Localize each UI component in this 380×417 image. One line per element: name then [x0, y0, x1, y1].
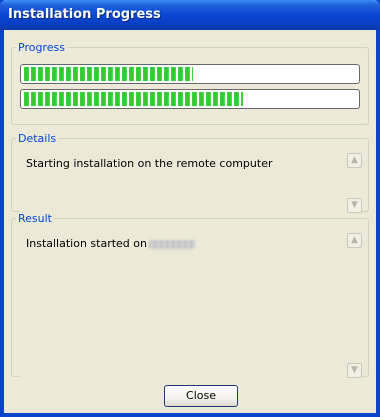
details-group: Details Starting installation on the rem… [11, 132, 369, 213]
current-progress-fill [24, 92, 244, 106]
result-textbox[interactable]: Installation started on ▲ ▼ [20, 233, 362, 378]
result-scrollbar[interactable]: ▲ ▼ [345, 233, 362, 378]
scroll-down-icon[interactable]: ▼ [347, 198, 362, 213]
current-progress-bar [20, 89, 360, 109]
result-legend: Result [18, 212, 52, 225]
details-textbox[interactable]: Starting installation on the remote comp… [20, 153, 362, 213]
progress-group: Progress [11, 41, 369, 125]
scroll-up-icon[interactable]: ▲ [347, 153, 362, 168]
progress-legend: Progress [18, 41, 65, 54]
installation-progress-window: Installation Progress Progress Details S… [0, 0, 380, 417]
title-bar[interactable]: Installation Progress [0, 0, 380, 30]
redacted-hostname [149, 239, 195, 249]
result-group: Result Installation started on ▲ ▼ [11, 212, 369, 378]
result-message: Installation started on [26, 237, 147, 250]
scroll-down-icon[interactable]: ▼ [347, 363, 362, 378]
details-message: Starting installation on the remote comp… [26, 157, 273, 170]
details-scrollbar[interactable]: ▲ ▼ [345, 153, 362, 213]
details-legend: Details [18, 132, 57, 145]
dialog-client-area: Progress Details Starting installation o… [4, 30, 376, 413]
close-button[interactable]: Close [164, 385, 238, 407]
window-title: Installation Progress [8, 7, 161, 22]
scroll-up-icon[interactable]: ▲ [347, 233, 362, 248]
overall-progress-bar [20, 64, 360, 84]
overall-progress-fill [24, 67, 194, 81]
